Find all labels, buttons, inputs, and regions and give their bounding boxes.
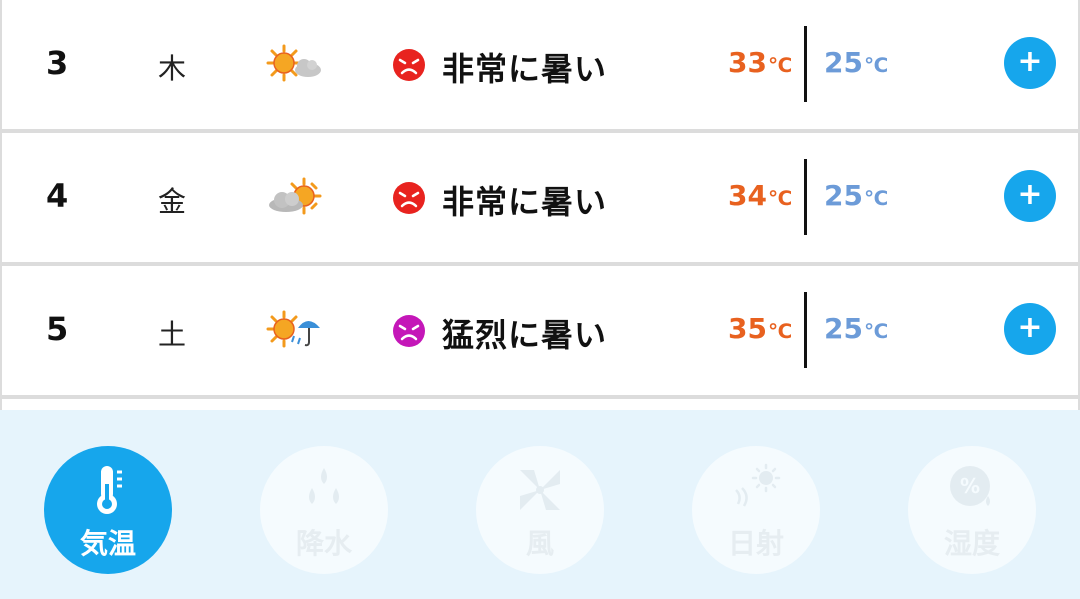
high-temp: 34℃ bbox=[728, 179, 793, 212]
low-temp: 25℃ bbox=[824, 179, 889, 212]
extremely-hot-face-icon bbox=[393, 315, 425, 347]
tab-label: 風 bbox=[525, 527, 554, 560]
tab-label: 気温 bbox=[79, 527, 136, 560]
high-temp: 33℃ bbox=[728, 46, 793, 79]
high-temp: 35℃ bbox=[728, 312, 793, 345]
heat-level-label: 非常に暑い bbox=[442, 50, 608, 88]
forecast-row: 4 金 非常に暑い 34℃ 25℃ + bbox=[2, 133, 1078, 262]
weekday-label: 木 bbox=[158, 52, 187, 85]
expand-button[interactable]: + bbox=[1004, 170, 1056, 222]
day-number: 4 bbox=[46, 177, 69, 215]
expand-button[interactable]: + bbox=[1004, 303, 1056, 355]
cloud-sun-icon bbox=[269, 177, 322, 215]
tab-temperature[interactable]: 気温 bbox=[44, 446, 172, 574]
very-hot-face-icon bbox=[393, 182, 425, 214]
temp-divider bbox=[804, 292, 807, 368]
sun-rain-icon bbox=[266, 310, 320, 348]
low-temp: 25℃ bbox=[824, 312, 889, 345]
expand-button[interactable]: + bbox=[1004, 37, 1056, 89]
day-number: 5 bbox=[46, 310, 69, 348]
tab-humidity[interactable]: % 湿度 bbox=[908, 446, 1036, 574]
temp-divider bbox=[804, 159, 807, 235]
tab-precipitation[interactable]: 降水 bbox=[260, 446, 388, 574]
weekday-label: 土 bbox=[158, 318, 187, 351]
heat-level-label: 非常に暑い bbox=[442, 183, 608, 221]
tab-solar[interactable]: 日射 bbox=[692, 446, 820, 574]
temp-divider bbox=[804, 26, 807, 102]
day-number: 3 bbox=[46, 44, 69, 82]
forecast-row: 3 木 非常に暑い 33℃ 25℃ + bbox=[2, 0, 1078, 129]
bottom-tab-bar: 気温 降水 風 日射 % 湿度 bbox=[0, 410, 1080, 599]
thermometer-icon bbox=[97, 466, 122, 514]
tab-label: 降水 bbox=[295, 527, 352, 560]
tab-wind[interactable]: 風 bbox=[476, 446, 604, 574]
tab-label: 日射 bbox=[727, 527, 784, 560]
forecast-list: 3 木 非常に暑い 33℃ 25℃ + 4 金 非常に暑い 34℃ 25℃ + … bbox=[0, 0, 1080, 419]
weekday-label: 金 bbox=[158, 185, 187, 218]
humidity-icon: % bbox=[950, 466, 990, 506]
very-hot-face-icon bbox=[393, 49, 425, 81]
svg-text:%: % bbox=[960, 474, 980, 498]
low-temp: 25℃ bbox=[824, 46, 889, 79]
forecast-row: 5 土 猛烈に暑い 35℃ 25℃ + bbox=[2, 266, 1078, 395]
raindrops-icon bbox=[309, 468, 339, 504]
wind-icon bbox=[520, 470, 560, 510]
sunshine-icon bbox=[735, 463, 781, 507]
heat-level-label: 猛烈に暑い bbox=[442, 316, 608, 354]
tab-label: 湿度 bbox=[943, 527, 1000, 560]
sun-cloud-icon bbox=[266, 44, 321, 82]
